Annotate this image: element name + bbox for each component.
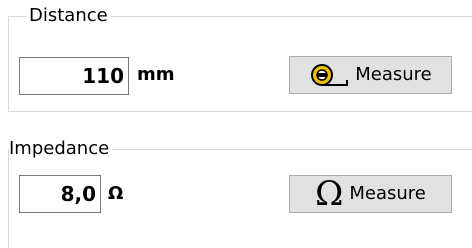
distance-unit-label: mm <box>137 64 175 85</box>
impedance-group-title: Impedance <box>9 137 113 161</box>
distance-value-field[interactable]: 110 <box>19 57 129 95</box>
ohm-icon: Ω <box>315 174 344 214</box>
distance-measure-label: Measure <box>355 64 432 85</box>
measurement-panel: Distance 110 mm Measure Impedance 8,0 Ω … <box>0 0 472 248</box>
distance-measure-button[interactable]: Measure <box>289 56 452 94</box>
impedance-value-field[interactable]: 8,0 <box>19 175 101 213</box>
impedance-unit-label: Ω <box>108 183 124 204</box>
distance-group-title: Distance <box>26 4 111 28</box>
impedance-measure-label: Measure <box>349 183 426 204</box>
tape-measure-icon <box>309 63 349 87</box>
impedance-measure-button[interactable]: Ω Measure <box>289 175 452 213</box>
